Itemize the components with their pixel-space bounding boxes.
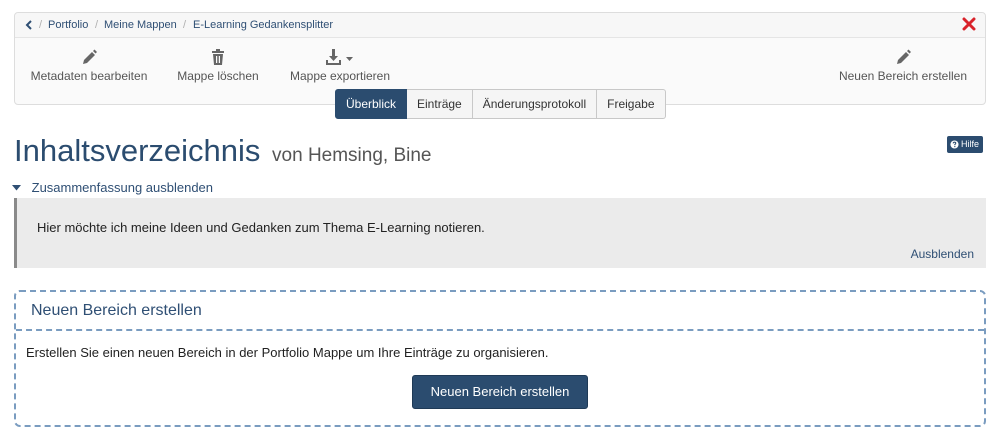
edit-metadata-label: Metadaten bearbeiten <box>30 69 148 83</box>
summary-toggle[interactable]: Zusammenfassung ausblenden <box>12 180 213 195</box>
page-title-text: Inhaltsverzeichnis <box>14 133 261 168</box>
breadcrumb: / Portfolio / Meine Mappen / E-Learning … <box>15 13 985 38</box>
chevron-left-icon <box>25 20 32 30</box>
tab-sharing[interactable]: Freigabe <box>597 89 666 119</box>
breadcrumb-separator: / <box>95 19 99 31</box>
close-icon[interactable] <box>962 17 976 31</box>
tab-entries[interactable]: Einträge <box>407 89 473 119</box>
delete-folder-button[interactable]: Mappe löschen <box>173 47 263 83</box>
edit-metadata-button[interactable]: Metadaten bearbeiten <box>30 47 148 83</box>
export-folder-label: Mappe exportieren <box>289 69 391 83</box>
trash-icon <box>212 49 224 65</box>
delete-folder-label: Mappe löschen <box>177 69 259 83</box>
new-section-header: Neuen Bereich erstellen <box>16 292 984 331</box>
breadcrumb-separator: / <box>183 19 187 31</box>
new-section-title: Neuen Bereich erstellen <box>31 302 202 319</box>
help-button[interactable]: Hilfe <box>947 136 984 153</box>
page-title: Inhaltsverzeichnis von Hemsing, Bine <box>14 133 432 169</box>
breadcrumb-separator: / <box>39 19 43 31</box>
new-section-button[interactable]: Neuen Bereich erstellen <box>412 375 588 409</box>
view-tabs: Überblick Einträge Änderungsprotokoll Fr… <box>335 89 666 119</box>
new-section-toolbar-button[interactable]: Neuen Bereich erstellen <box>835 47 971 83</box>
download-icon <box>326 49 353 65</box>
tab-overview[interactable]: Überblick <box>335 89 408 119</box>
new-section-description: Erstellen Sie einen neuen Bereich in der… <box>26 345 549 360</box>
tab-changelog[interactable]: Änderungsprotokoll <box>472 89 598 119</box>
page-owner: von Hemsing, Bine <box>272 145 432 166</box>
breadcrumb-item-meine-mappen[interactable]: Meine Mappen <box>104 13 177 37</box>
breadcrumb-item-portfolio[interactable]: Portfolio <box>48 13 88 37</box>
summary-hide-link[interactable]: Ausblenden <box>911 247 974 261</box>
breadcrumb-item-current[interactable]: E-Learning Gedankensplitter <box>193 13 333 37</box>
caret-down-icon <box>12 184 21 191</box>
help-label: Hilfe <box>961 139 980 149</box>
question-circle-icon <box>950 140 959 149</box>
new-section-panel: Neuen Bereich erstellen Erstellen Sie ei… <box>14 290 986 427</box>
summary-toggle-label: Zusammenfassung ausblenden <box>31 180 214 195</box>
summary-box: Hier möchte ich meine Ideen und Gedanken… <box>14 198 986 268</box>
new-section-toolbar-label: Neuen Bereich erstellen <box>838 69 968 83</box>
pencil-icon <box>83 49 97 64</box>
summary-text: Hier möchte ich meine Ideen und Gedanken… <box>37 220 485 235</box>
pencil-icon <box>897 49 911 64</box>
export-folder-button[interactable]: Mappe exportieren <box>286 47 394 83</box>
back-button[interactable] <box>25 13 33 37</box>
